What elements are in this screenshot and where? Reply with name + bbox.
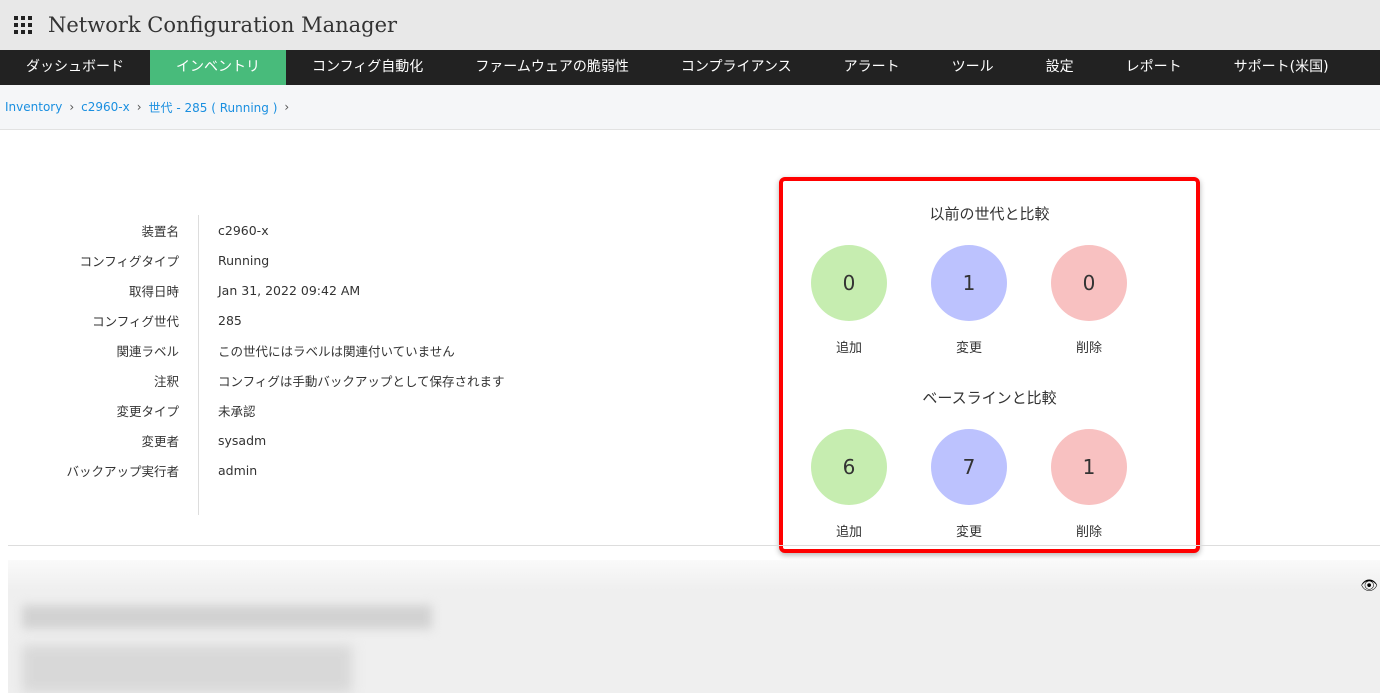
detail-row: 装置名 c2960-x <box>0 215 520 245</box>
nav-settings[interactable]: 設定 <box>1020 50 1100 85</box>
previous-modified-count[interactable]: 1 <box>931 245 1007 321</box>
divider <box>198 215 199 515</box>
comparison-panel: 以前の世代と比較 0 1 0 追加 変更 削除 ベースラインと比較 6 7 1 … <box>779 177 1200 553</box>
nav-dashboard[interactable]: ダッシュボード <box>0 50 150 85</box>
breadcrumb: Inventory › c2960-x › 世代 - 285 ( Running )… <box>0 85 1380 130</box>
eye-icon[interactable]: 👁 <box>1360 578 1378 594</box>
detail-value: 未承認 <box>218 403 256 419</box>
chevron-right-icon: › <box>69 100 75 114</box>
detail-key: コンフィグタイプ <box>79 253 179 269</box>
previous-added-count[interactable]: 0 <box>811 245 887 321</box>
detail-row: バックアップ実行者 admin <box>0 455 520 485</box>
detail-value: c2960-x <box>218 222 269 238</box>
nav-firmware-vulnerability[interactable]: ファームウェアの脆弱性 <box>449 50 655 85</box>
app-header: Network Configuration Manager <box>0 0 1380 50</box>
app-title: Network Configuration Manager <box>48 13 398 37</box>
previous-deleted-count[interactable]: 0 <box>1051 245 1127 321</box>
detail-value: コンフィグは手動バックアップとして保存されます <box>218 373 505 389</box>
config-content-blurred <box>8 560 1380 693</box>
chevron-right-icon: › <box>284 100 290 114</box>
previous-deleted-label: 削除 <box>1075 341 1102 356</box>
baseline-added-label: 追加 <box>835 525 862 540</box>
breadcrumb-device[interactable]: c2960-x <box>81 100 130 114</box>
detail-value: sysadm <box>218 432 267 448</box>
detail-value: Running <box>218 252 270 268</box>
chevron-right-icon: › <box>136 100 142 114</box>
detail-row: コンフィグ世代 285 <box>0 305 520 335</box>
baseline-modified-count[interactable]: 7 <box>931 429 1007 505</box>
detail-value: この世代にはラベルは関連付いていません <box>218 343 455 359</box>
compare-previous-title: 以前の世代と比較 <box>929 205 1050 223</box>
detail-row: 関連ラベル この世代にはラベルは関連付いていません <box>0 335 520 365</box>
previous-added-label: 追加 <box>835 341 862 356</box>
baseline-deleted-label: 削除 <box>1075 525 1102 540</box>
nav-config-automation[interactable]: コンフィグ自動化 <box>286 50 449 85</box>
detail-key: 装置名 <box>141 223 179 239</box>
nav-alerts[interactable]: アラート <box>818 50 926 85</box>
baseline-deleted-count[interactable]: 1 <box>1051 429 1127 505</box>
detail-key: 注釈 <box>153 373 179 389</box>
compare-baseline-title: ベースラインと比較 <box>922 389 1057 407</box>
app-grid-icon[interactable] <box>14 16 32 34</box>
detail-row: 注釈 コンフィグは手動バックアップとして保存されます <box>0 365 520 395</box>
config-details: 装置名 c2960-x コンフィグタイプ Running 取得日時 Jan 31, 2… <box>0 215 520 485</box>
baseline-modified-label: 変更 <box>955 525 982 540</box>
detail-row: コンフィグタイプ Running <box>0 245 520 275</box>
main-nav: ダッシュボード インベントリ コンフィグ自動化 ファームウェアの脆弱性 コンプラ… <box>0 50 1380 85</box>
detail-key: 変更タイプ <box>116 403 179 419</box>
nav-support[interactable]: サポート(米国) <box>1208 50 1355 85</box>
detail-key: 変更者 <box>141 433 179 449</box>
divider <box>8 545 1380 546</box>
nav-reports[interactable]: レポート <box>1100 50 1208 85</box>
detail-row: 取得日時 Jan 31, 2022 09:42 AM <box>0 275 520 305</box>
detail-value: Jan 31, 2022 09:42 AM <box>218 282 361 298</box>
nav-compliance[interactable]: コンプライアンス <box>655 50 818 85</box>
detail-row: 変更タイプ 未承認 <box>0 395 520 425</box>
detail-row: 変更者 sysadm <box>0 425 520 455</box>
detail-key: 関連ラベル <box>116 343 179 359</box>
detail-key: 取得日時 <box>128 283 179 299</box>
breadcrumb-inventory[interactable]: Inventory <box>5 100 62 114</box>
detail-value: 285 <box>218 312 242 328</box>
breadcrumb-generation[interactable]: 世代 - 285 ( Running ) <box>149 99 278 116</box>
detail-key: コンフィグ世代 <box>92 313 179 329</box>
detail-value: admin <box>218 462 258 478</box>
previous-modified-label: 変更 <box>955 341 982 356</box>
baseline-added-count[interactable]: 6 <box>811 429 887 505</box>
nav-more[interactable]: M <box>1355 50 1380 85</box>
nav-tools[interactable]: ツール <box>926 50 1020 85</box>
detail-key: バックアップ実行者 <box>66 463 179 479</box>
nav-inventory[interactable]: インベントリ <box>150 50 286 85</box>
